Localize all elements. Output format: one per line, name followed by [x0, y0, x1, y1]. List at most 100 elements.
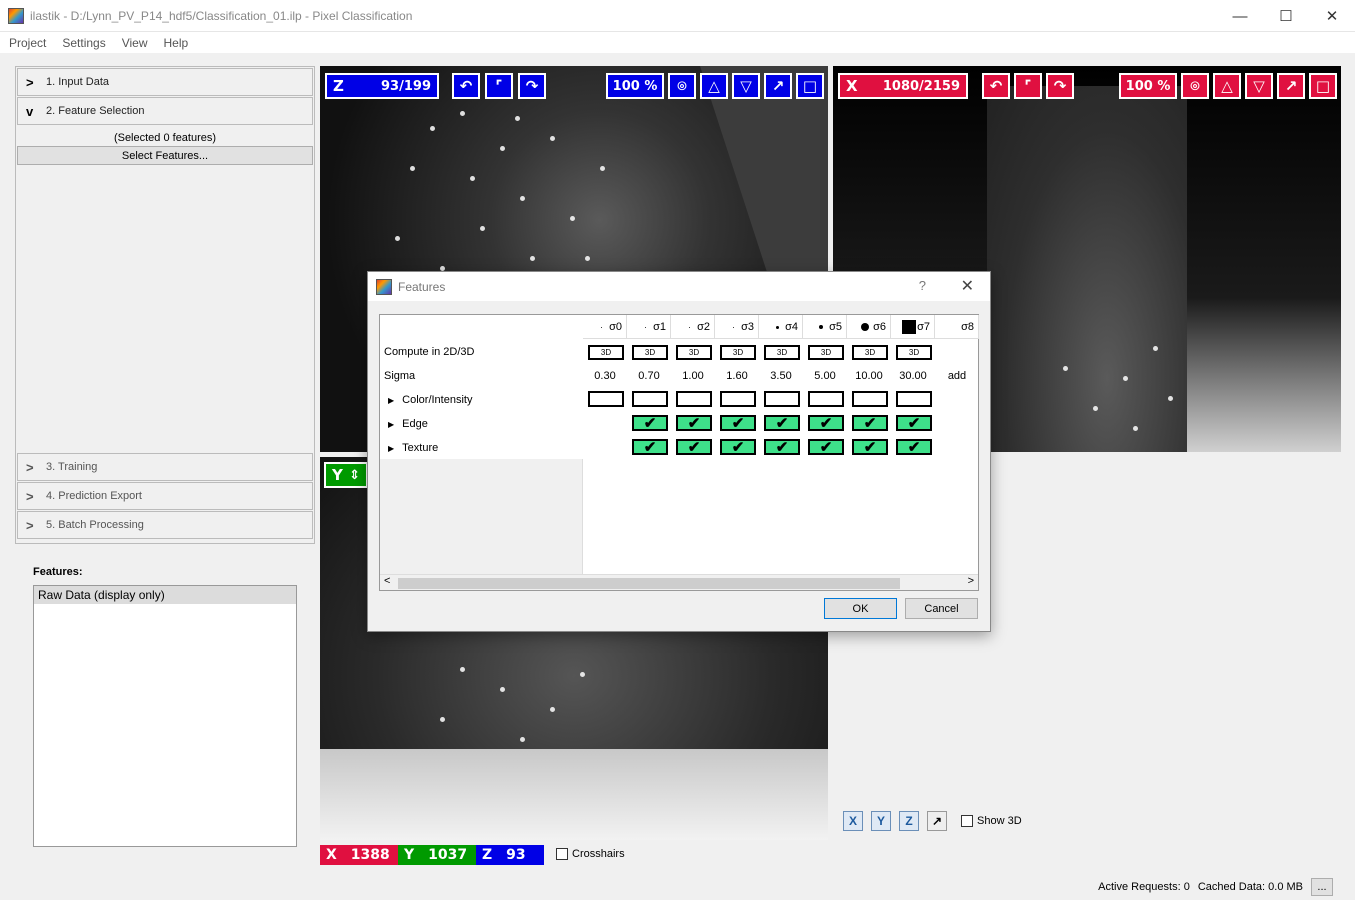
texture-checkbox[interactable]: ✔	[676, 439, 712, 456]
texture-checkbox[interactable]: ✔	[720, 439, 756, 456]
sigma-value[interactable]: 0.30	[583, 370, 627, 382]
compute-3d-toggle[interactable]: 3D	[720, 345, 756, 360]
z-view-toggle[interactable]: Z	[899, 811, 919, 831]
crosshairs-checkbox[interactable]	[556, 848, 568, 860]
sigma-value[interactable]: 1.60	[715, 370, 759, 382]
compute-3d-toggle[interactable]: 3D	[764, 345, 800, 360]
y-slice-spinbox[interactable]: Y ⇕	[324, 462, 368, 488]
scroll-right-icon[interactable]: >	[968, 575, 974, 587]
sigma-value[interactable]: 30.00	[891, 370, 935, 382]
help-button[interactable]: ?	[919, 278, 926, 293]
edge-checkbox[interactable]: ✔	[764, 415, 800, 432]
zoom-level-button[interactable]: 100 %	[606, 73, 664, 99]
rotate-right-icon[interactable]: ↷	[1046, 73, 1074, 99]
row-color-intensity[interactable]: ▶ Color/Intensity	[384, 394, 472, 406]
features-list[interactable]: Raw Data (display only)	[33, 585, 297, 847]
compute-3d-toggle[interactable]: 3D	[676, 345, 712, 360]
crosshairs-toggle[interactable]: Crosshairs	[556, 848, 625, 860]
maximize-view-icon[interactable]: ↗	[1277, 73, 1305, 99]
add-sigma-button[interactable]: add	[935, 370, 979, 382]
edge-checkbox[interactable]: ✔	[632, 415, 668, 432]
menu-project[interactable]: Project	[9, 36, 46, 50]
applet-prediction-export[interactable]: > 4. Prediction Export	[17, 482, 313, 510]
color-intensity-checkbox[interactable]	[764, 391, 800, 407]
camera-icon[interactable]: ⌾	[668, 73, 696, 99]
y-view-toggle[interactable]: Y	[871, 811, 891, 831]
z-slice-spinbox[interactable]: Z 93/199	[325, 73, 439, 99]
menu-help[interactable]: Help	[164, 36, 189, 50]
color-intensity-checkbox[interactable]	[896, 391, 932, 407]
color-intensity-checkbox[interactable]	[808, 391, 844, 407]
color-intensity-checkbox[interactable]	[676, 391, 712, 407]
camera-icon[interactable]: ⌾	[1181, 73, 1209, 99]
applet-batch-processing[interactable]: > 5. Batch Processing	[17, 511, 313, 539]
edge-checkbox[interactable]: ✔	[852, 415, 888, 432]
close-window-button[interactable]: ✕	[1309, 0, 1355, 32]
dock-arrow-icon[interactable]: ↗	[927, 811, 947, 831]
compute-3d-toggle[interactable]: 3D	[896, 345, 932, 360]
menu-settings[interactable]: Settings	[62, 36, 105, 50]
triangle-up-icon[interactable]: △	[1213, 73, 1241, 99]
maximize-view-icon[interactable]: ↗	[764, 73, 792, 99]
color-intensity-checkbox[interactable]	[720, 391, 756, 407]
ok-button[interactable]: OK	[824, 598, 897, 619]
show-3d-checkbox[interactable]	[961, 815, 973, 827]
triangle-down-icon[interactable]: ▽	[732, 73, 760, 99]
x-slice-spinbox[interactable]: X 1080/2159	[838, 73, 968, 99]
square-icon[interactable]: □	[1309, 73, 1337, 99]
sigma-value[interactable]: 1.00	[671, 370, 715, 382]
edge-checkbox[interactable]: ✔	[676, 415, 712, 432]
applet-feature-selection[interactable]: v 2. Feature Selection	[17, 97, 313, 125]
chevron-right-icon: >	[26, 74, 34, 90]
horizontal-scrollbar[interactable]: < >	[380, 574, 978, 590]
menu-bar: Project Settings View Help	[0, 32, 1355, 53]
texture-checkbox[interactable]: ✔	[632, 439, 668, 456]
color-intensity-checkbox[interactable]	[852, 391, 888, 407]
cancel-button[interactable]: Cancel	[905, 598, 978, 619]
edge-checkbox[interactable]: ✔	[808, 415, 844, 432]
square-icon[interactable]: □	[796, 73, 824, 99]
applet-input-data[interactable]: > 1. Input Data	[17, 68, 313, 96]
edge-checkbox[interactable]: ✔	[896, 415, 932, 432]
rotate-left-icon[interactable]: ↶	[982, 73, 1010, 99]
compute-3d-toggle[interactable]: 3D	[588, 345, 624, 360]
triangle-down-icon[interactable]: ▽	[1245, 73, 1273, 99]
rotate-right-icon[interactable]: ↷	[518, 73, 546, 99]
color-intensity-checkbox[interactable]	[588, 391, 624, 407]
triangle-up-icon[interactable]: △	[700, 73, 728, 99]
applet-training[interactable]: > 3. Training	[17, 453, 313, 481]
dialog-close-button[interactable]: ✕	[961, 276, 974, 296]
row-edge[interactable]: ▶ Edge	[384, 418, 428, 430]
status-more-button[interactable]: ...	[1311, 878, 1333, 896]
edge-checkbox[interactable]: ✔	[720, 415, 756, 432]
color-intensity-checkbox[interactable]	[632, 391, 668, 407]
sigma-value[interactable]: 10.00	[847, 370, 891, 382]
sigma-value[interactable]: 3.50	[759, 370, 803, 382]
swap-axes-icon[interactable]: ⌜	[1014, 73, 1042, 99]
sigma-value[interactable]: 0.70	[627, 370, 671, 382]
show-3d-toggle[interactable]: Show 3D	[961, 815, 1022, 827]
expand-triangle-icon: ▶	[388, 444, 395, 453]
swap-axes-icon[interactable]: ⌜	[485, 73, 513, 99]
compute-3d-toggle[interactable]: 3D	[852, 345, 888, 360]
list-item[interactable]: Raw Data (display only)	[34, 586, 296, 604]
scroll-left-icon[interactable]: <	[384, 575, 390, 587]
rotate-left-icon[interactable]: ↶	[452, 73, 480, 99]
compute-3d-toggle[interactable]: 3D	[808, 345, 844, 360]
select-features-button[interactable]: Select Features...	[17, 146, 313, 165]
texture-checkbox[interactable]: ✔	[808, 439, 844, 456]
menu-view[interactable]: View	[122, 36, 148, 50]
minimize-button[interactable]: —	[1217, 0, 1263, 32]
sigma-column: σ4 3D 3.50 ✔ ✔	[759, 315, 803, 575]
row-texture[interactable]: ▶ Texture	[384, 442, 438, 454]
compute-3d-toggle[interactable]: 3D	[632, 345, 668, 360]
zoom-level-button[interactable]: 100 %	[1119, 73, 1177, 99]
scrollbar-thumb[interactable]	[398, 578, 900, 589]
maximize-button[interactable]: ☐	[1263, 0, 1309, 32]
texture-checkbox[interactable]: ✔	[852, 439, 888, 456]
texture-checkbox[interactable]: ✔	[764, 439, 800, 456]
x-view-toggle[interactable]: X	[843, 811, 863, 831]
feature-selection-body: (Selected 0 features) Select Features...	[16, 126, 314, 452]
sigma-value[interactable]: 5.00	[803, 370, 847, 382]
texture-checkbox[interactable]: ✔	[896, 439, 932, 456]
